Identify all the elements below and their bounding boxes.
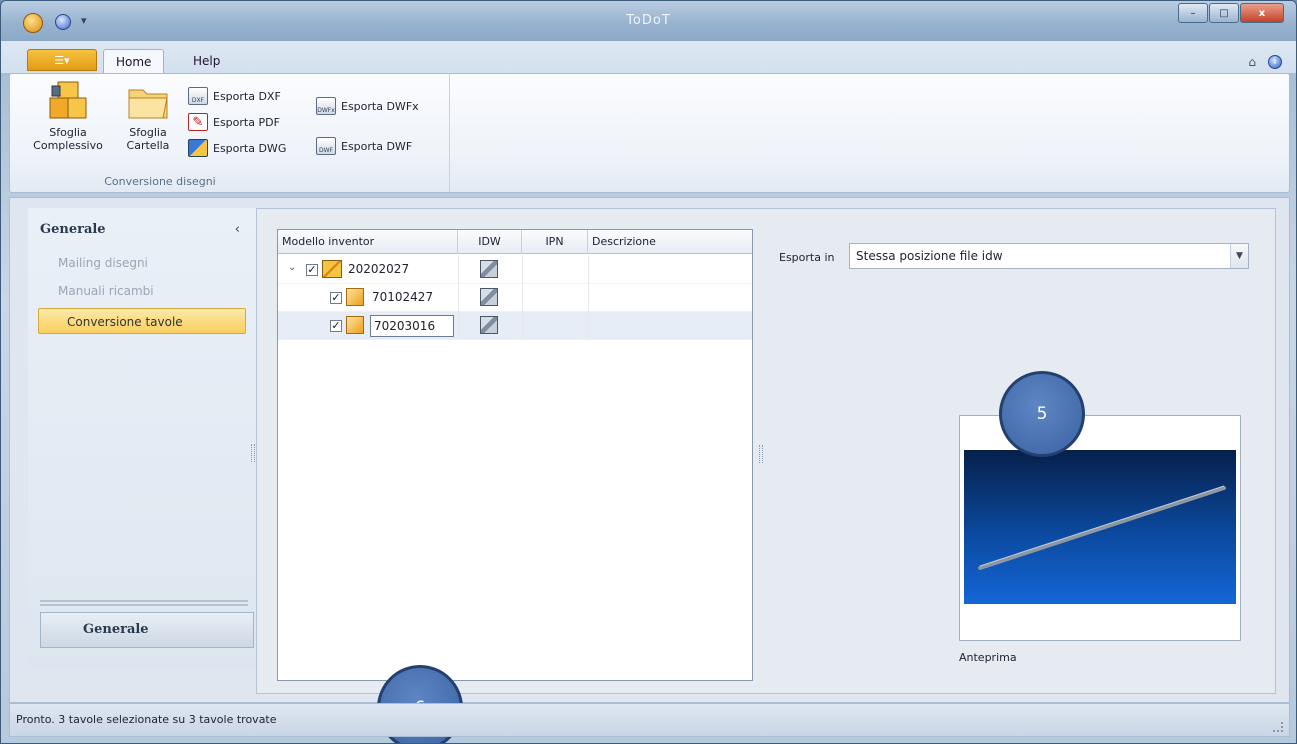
window-controls: – □ x [1177,3,1284,23]
folder-icon [128,89,168,119]
callout-badge-5: 5 [999,371,1085,457]
row-checkbox[interactable]: ✓ [306,264,318,276]
main-area: Generale ‹ Mailing disegni Manuali ricam… [9,197,1290,703]
collapse-chevron-icon[interactable]: ‹ [235,222,240,237]
esporta-dwfx-button[interactable]: DWFx Esporta DWFx [316,96,419,116]
ribbon-right-icons: ⌂ i [1248,55,1282,69]
ribbon-tabs: ☰▾ Home Help ⌂ i [1,41,1296,73]
tree-row[interactable]: ✓ 70102427 [278,284,752,312]
column-header-descrizione[interactable]: Descrizione [588,230,752,254]
nav-splitter[interactable] [40,600,248,606]
nav-item-mailing-disegni: Mailing disegni [58,256,148,270]
row-name: 20202027 [348,262,410,276]
preview-box [959,415,1241,641]
idw-file-icon[interactable] [480,260,498,278]
dwg-icon [188,139,208,157]
esporta-pdf-button[interactable]: ✎ Esporta PDF [188,112,280,132]
content-panel: Modello inventor IDW IPN Descrizione ⌄ ✓… [256,208,1276,694]
status-text: Pronto. 3 tavole selezionate su 3 tavole… [16,713,277,726]
dwfx-icon: DWFx [316,97,336,115]
dxf-icon: DXF [188,87,208,105]
maximize-button[interactable]: □ [1209,3,1239,23]
close-button[interactable]: x [1240,3,1284,23]
dwf-icon: DWF [316,137,336,155]
sfoglia-cartella-button[interactable]: Sfoglia Cartella [116,80,180,166]
pdf-icon: ✎ [188,113,208,131]
tree-row[interactable]: ✓ 70203016 [278,312,752,340]
sfoglia-cartella-label: Sfoglia Cartella [126,126,170,152]
tree-row[interactable]: ⌄ ✓ 20202027 [278,256,752,284]
help-icon[interactable]: i [1268,55,1282,69]
idw-file-icon[interactable] [480,316,498,334]
row-name-edit-field[interactable]: 70203016 [370,315,454,337]
window-title: ToDoT [626,13,671,28]
row-name: 70102427 [372,290,434,304]
file-menu-button[interactable]: ☰▾ [27,49,97,71]
assembly-icon [322,260,342,278]
tree-header: Modello inventor IDW IPN Descrizione [278,230,752,254]
esporta-pdf-label: Esporta PDF [213,115,280,129]
esporta-dxf-label: Esporta DXF [213,89,281,103]
navigation-pane: Generale ‹ Mailing disegni Manuali ricam… [28,208,258,668]
esporta-dwf-label: Esporta DWF [341,139,413,153]
tab-help[interactable]: Help [181,49,232,73]
preview-caption: Anteprima [959,651,1017,664]
column-header-ipn[interactable]: IPN [522,230,588,254]
assembly-icon [49,81,87,119]
sfoglia-complessivo-button[interactable]: Sfoglia Complessivo [33,80,103,166]
export-location-select[interactable]: Stessa posizione file idw ▼ [849,243,1249,269]
preview-image [964,450,1236,604]
content-splitter-handle[interactable] [759,445,763,463]
nav-group-button-generale[interactable]: Generale [40,612,254,648]
minimize-button[interactable]: – [1178,3,1208,23]
title-bar: ▾ ToDoT – □ x [1,1,1296,41]
row-checkbox[interactable]: ✓ [330,320,342,332]
row-checkbox[interactable]: ✓ [330,292,342,304]
esporta-dwg-label: Esporta DWG [213,141,287,155]
collapse-arrow-icon[interactable]: ⌄ [288,262,296,273]
part-icon [346,288,364,306]
dropdown-arrow-icon[interactable]: ▼ [1230,244,1248,268]
resize-grip-icon[interactable] [1273,722,1283,732]
esporta-dwg-button[interactable]: Esporta DWG [188,138,286,158]
esporta-dxf-button[interactable]: DXF Esporta DXF [188,86,281,106]
column-header-modello[interactable]: Modello inventor [278,230,458,254]
nav-item-manuali-ricambi: Manuali ricambi [58,284,154,298]
export-label: Esporta in [779,251,835,264]
nav-splitter-handle[interactable] [251,444,255,462]
nav-item-conversione-tavole[interactable]: Conversione tavole [38,308,246,334]
app-window: ▾ ToDoT – □ x ☰▾ Home Help ⌂ i Sfoglia C… [0,0,1297,744]
model-tree: Modello inventor IDW IPN Descrizione ⌄ ✓… [277,229,753,681]
preview-part-drawing [978,485,1226,570]
tab-home[interactable]: Home [103,49,165,73]
part-icon [346,316,364,334]
esporta-dwfx-label: Esporta DWFx [341,99,419,113]
minimize-ribbon-icon[interactable]: ⌂ [1248,55,1256,69]
ribbon-group-conversione: Sfoglia Complessivo Sfoglia Cartella DXF E… [10,74,450,192]
sfoglia-complessivo-label: Sfoglia Complessivo [33,126,103,152]
column-header-idw[interactable]: IDW [458,230,522,254]
nav-title: Generale [40,222,106,237]
export-location-value: Stessa posizione file idw [856,249,1003,263]
esporta-dwf-button[interactable]: DWF Esporta DWF [316,136,412,156]
idw-file-icon[interactable] [480,288,498,306]
group-label: Conversione disegni [104,175,216,188]
status-bar: Pronto. 3 tavole selezionate su 3 tavole… [9,703,1290,737]
ribbon: Sfoglia Complessivo Sfoglia Cartella DXF E… [9,73,1290,193]
